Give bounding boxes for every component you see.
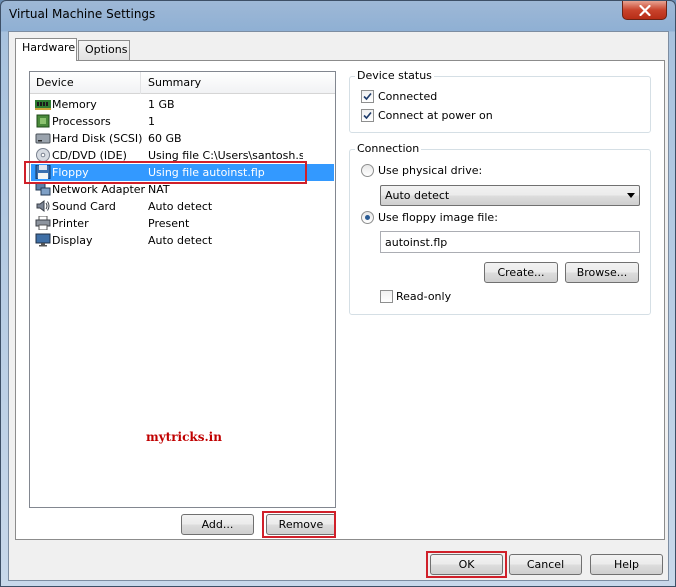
device-row-memory[interactable]: Memory 1 GB [31, 96, 334, 113]
tab-hardware-label: Hardware [22, 41, 76, 54]
cancel-button[interactable]: Cancel [509, 554, 582, 575]
connect-at-power-on-checkbox[interactable] [361, 109, 374, 122]
device-name: Hard Disk (SCSI) [52, 132, 143, 145]
device-name: Printer [52, 217, 89, 230]
device-name: Processors [52, 115, 111, 128]
floppy-image-file-field[interactable] [380, 231, 640, 253]
sound-card-icon [36, 200, 50, 212]
hard-disk-icon [35, 133, 51, 144]
add-button[interactable]: Add... [181, 514, 254, 535]
floppy-image-file-input[interactable] [381, 232, 639, 252]
check-icon [363, 111, 372, 120]
device-summary: NAT [148, 183, 170, 196]
device-row-printer[interactable]: Printer Present [31, 215, 334, 232]
title-bar[interactable]: Virtual Machine Settings [1, 1, 675, 31]
processor-icon [36, 114, 50, 128]
create-button[interactable]: Create... [484, 262, 558, 283]
tab-options[interactable]: Options [78, 40, 130, 60]
check-icon [363, 92, 372, 101]
connected-label: Connected [378, 90, 438, 103]
vm-settings-window: Virtual Machine Settings Hardware Option… [0, 0, 676, 587]
browse-button[interactable]: Browse... [565, 262, 639, 283]
dropdown-arrow-icon [627, 193, 635, 198]
watermark-text: mytricks.in [146, 430, 222, 444]
device-summary: Present [148, 217, 190, 230]
connect-at-power-on-label: Connect at power on [378, 109, 493, 122]
column-header-summary[interactable]: Summary [142, 72, 335, 94]
remove-button-highlight-box [262, 511, 336, 538]
tab-hardware[interactable]: Hardware [15, 38, 77, 61]
device-list-header: Device Summary [30, 72, 335, 94]
tab-options-label: Options [85, 43, 128, 56]
device-summary: 1 GB [148, 98, 175, 111]
memory-icon [35, 100, 51, 110]
device-status-title: Device status [355, 69, 434, 82]
column-header-device[interactable]: Device [30, 72, 141, 94]
read-only-checkbox[interactable] [380, 290, 393, 303]
read-only-label: Read-only [396, 290, 452, 303]
device-summary: Auto detect [148, 234, 213, 247]
cd-dvd-icon [36, 148, 50, 162]
use-physical-drive-radio[interactable] [361, 164, 374, 177]
device-summary: 1 [148, 115, 155, 128]
printer-icon [35, 216, 51, 230]
physical-drive-select-value: Auto detect [385, 189, 450, 202]
device-row-processors[interactable]: Processors 1 [31, 113, 334, 130]
device-name: Network Adapter [52, 183, 146, 196]
use-floppy-image-radio[interactable] [361, 211, 374, 224]
connection-title: Connection [355, 142, 422, 155]
use-physical-drive-label: Use physical drive: [378, 164, 483, 177]
close-button[interactable] [622, 1, 667, 20]
device-name: Display [52, 234, 93, 247]
device-status-group: Device status Connected Connect at power… [349, 69, 651, 133]
device-name: Memory [52, 98, 97, 111]
use-floppy-image-label: Use floppy image file: [378, 211, 498, 224]
physical-drive-select[interactable]: Auto detect [380, 185, 640, 206]
connected-checkbox[interactable] [361, 90, 374, 103]
device-summary: 60 GB [148, 132, 182, 145]
floppy-row-highlight-box [24, 161, 307, 184]
help-button[interactable]: Help [590, 554, 663, 575]
device-summary: Auto detect [148, 200, 213, 213]
device-row-hard-disk[interactable]: Hard Disk (SCSI) 60 GB [31, 130, 334, 147]
device-row-sound-card[interactable]: Sound Card Auto detect [31, 198, 334, 215]
ok-button-highlight-box [426, 551, 507, 578]
radio-selected-dot [365, 215, 370, 220]
connection-group: Connection Use physical drive: Auto dete… [349, 142, 651, 315]
display-icon [35, 233, 51, 247]
network-adapter-icon [35, 182, 51, 196]
close-icon [638, 4, 651, 16]
device-row-display[interactable]: Display Auto detect [31, 232, 334, 249]
hardware-tab-panel: Device Summary Memory 1 GB Processors 1 … [15, 60, 665, 540]
window-title: Virtual Machine Settings [9, 7, 156, 21]
device-name: Sound Card [52, 200, 116, 213]
dialog-client-area: Hardware Options Device Summary Memory 1… [8, 31, 669, 581]
